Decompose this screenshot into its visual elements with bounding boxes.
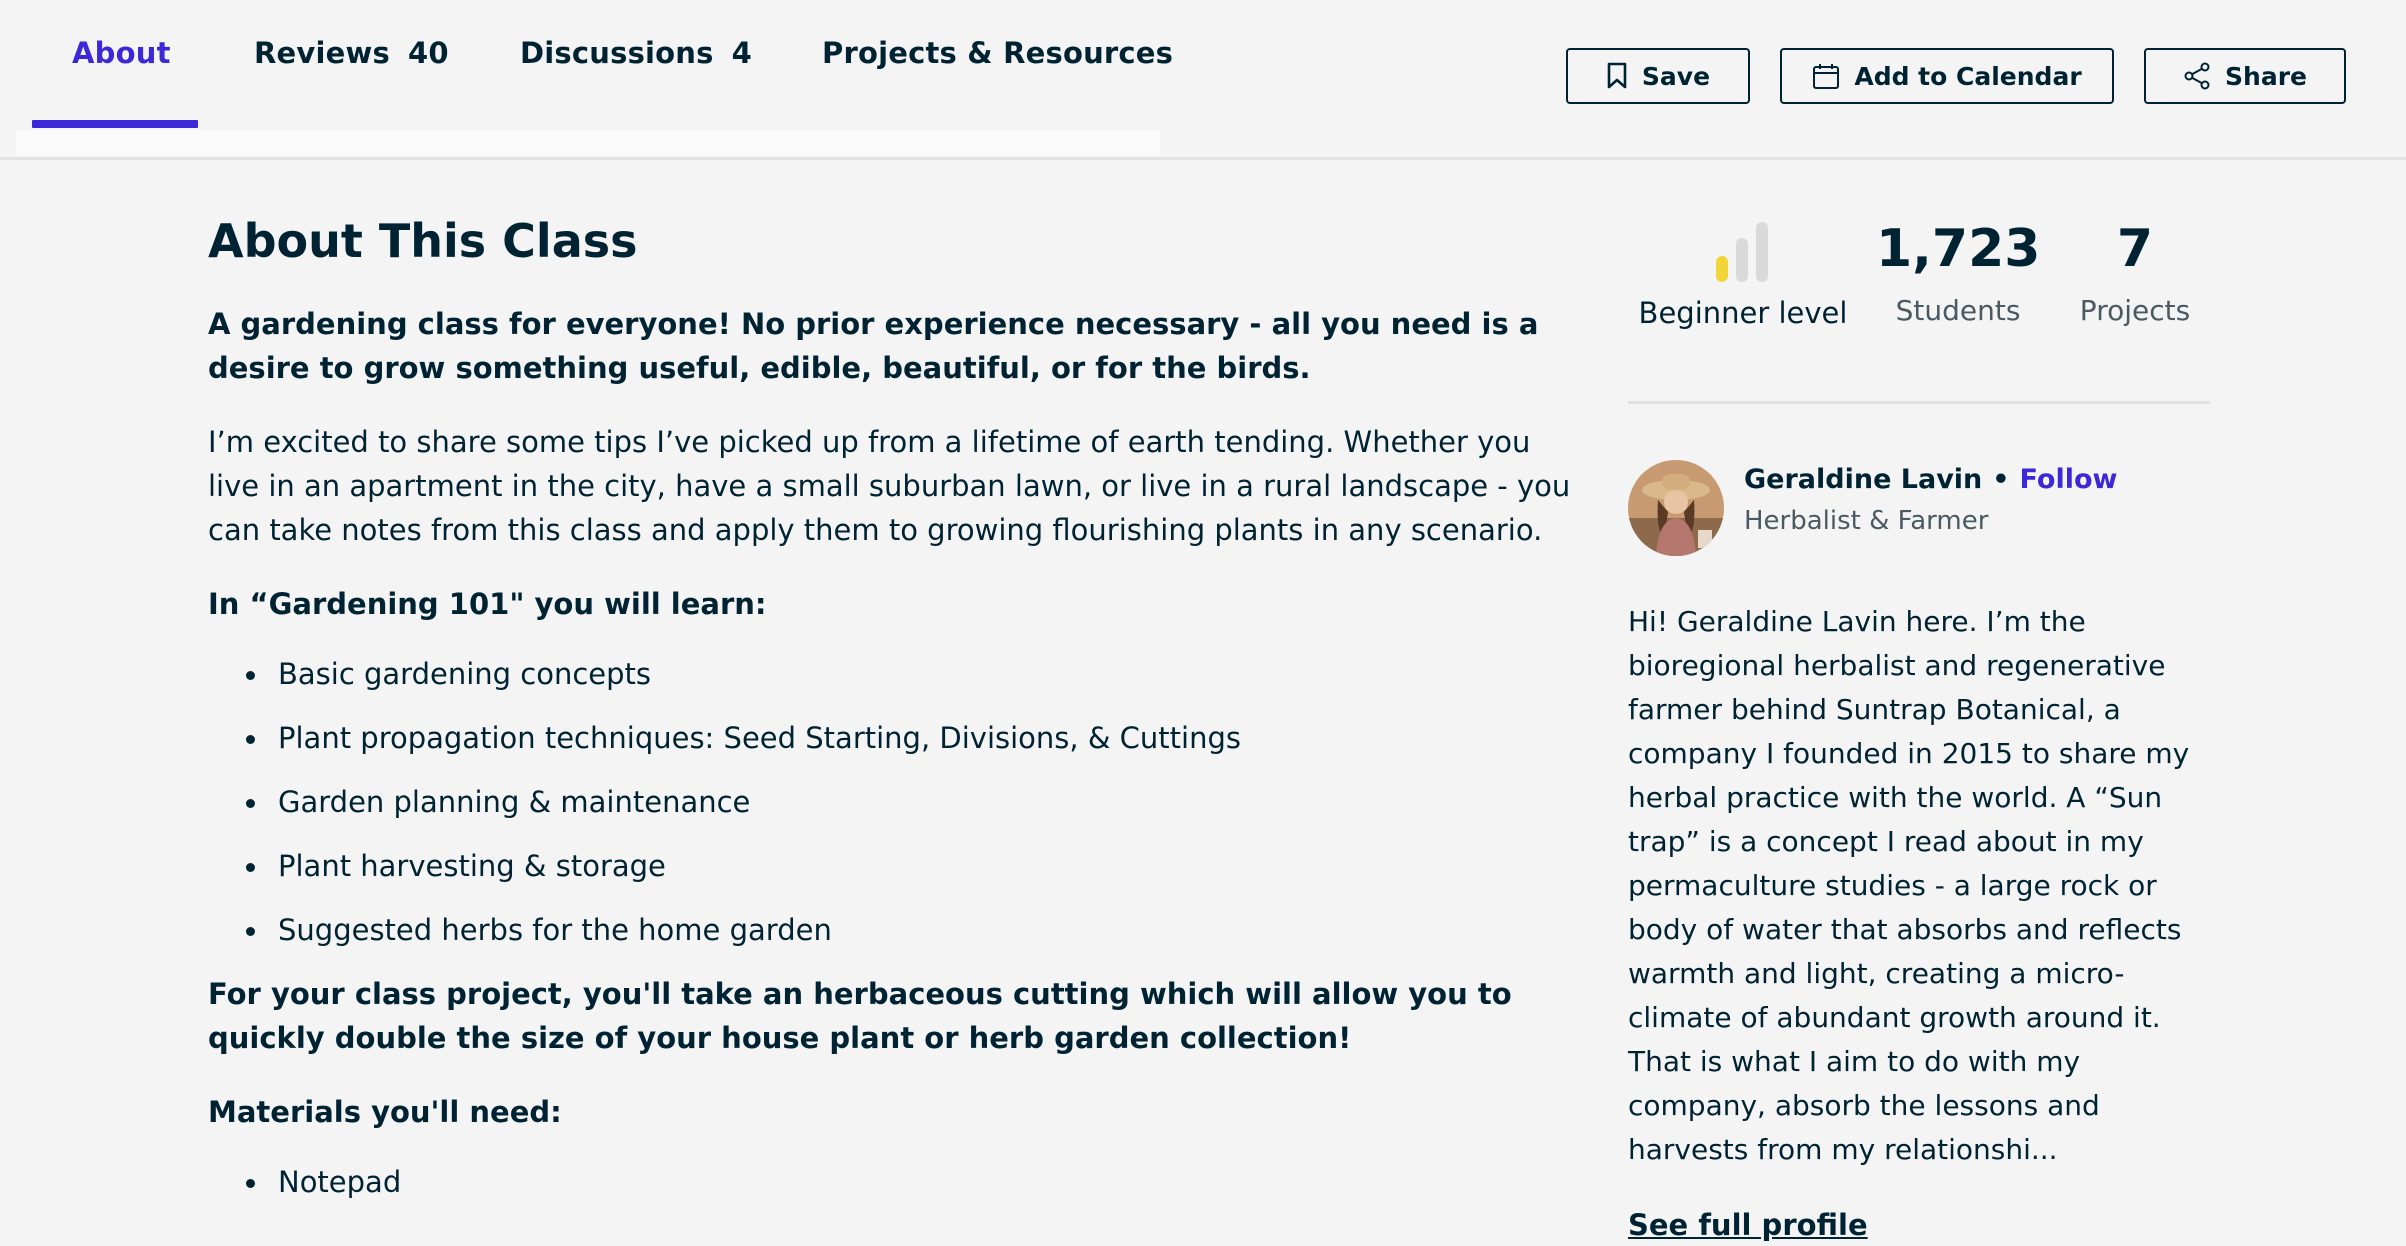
- projects-label: Projects: [2079, 294, 2191, 327]
- class-tab-bar: About Reviews 40 Discussions 4 Projects & …: [0, 0, 2406, 160]
- teacher-card: Geraldine Lavin • Follow Herbalist & Farme…: [1628, 460, 2210, 560]
- bookmark-icon: [1607, 62, 1627, 89]
- students-stat: 1,723 Students: [1876, 214, 2040, 327]
- list-item: Plant propagation techniques: Seed Start…: [208, 716, 1588, 760]
- tab-count: 40: [407, 36, 449, 70]
- tab-projects-resources[interactable]: Projects & Resources: [822, 36, 1173, 136]
- class-intro: A gardening class for everyone! No prior…: [208, 307, 1539, 385]
- share-button[interactable]: Share: [2144, 48, 2346, 104]
- separator-dot: •: [1992, 464, 2010, 495]
- projects-count: 7: [2116, 219, 2154, 279]
- teacher-name-row: Geraldine Lavin • Follow: [1744, 464, 2117, 495]
- students-label: Students: [1895, 294, 2021, 327]
- tab-label: Projects & Resources: [822, 36, 1174, 70]
- level-bar: [1716, 256, 1728, 282]
- tab-discussions[interactable]: Discussions 4: [520, 36, 752, 136]
- follow-button[interactable]: Follow: [2020, 464, 2118, 495]
- teacher-name[interactable]: Geraldine Lavin: [1744, 464, 1982, 495]
- skill-level-icon: [1716, 220, 1770, 282]
- list-item: Suggested herbs for the home garden: [208, 908, 1588, 952]
- tab-reviews[interactable]: Reviews 40: [254, 36, 449, 136]
- teacher-bio: Hi! Geraldine Lavin here. I’m the bioreg…: [1628, 605, 2190, 1166]
- learn-heading: In “Gardening 101" you will learn:: [208, 587, 767, 621]
- list-item: Notepad: [208, 1160, 1588, 1204]
- class-stats: Beginner level 1,723 Students 7 Projects: [1628, 214, 2210, 404]
- students-count: 1,723: [1876, 219, 2041, 279]
- level-stat: Beginner level: [1628, 214, 1858, 330]
- list-item: Basic gardening concepts: [208, 652, 1588, 696]
- class-project-description: For your class project, you'll take an h…: [208, 977, 1512, 1055]
- page-title: About This Class: [208, 214, 638, 268]
- class-sidebar: Beginner level 1,723 Students 7 Projects: [1628, 214, 2210, 1242]
- calendar-icon: [1813, 64, 1840, 89]
- level-label: Beginner level: [1638, 296, 1848, 330]
- tab-count: 4: [731, 36, 752, 70]
- tab-label: Reviews: [254, 36, 390, 70]
- share-label: Share: [2225, 61, 2307, 91]
- materials-list: Notepad: [208, 1160, 1588, 1204]
- materials-heading: Materials you'll need:: [208, 1095, 562, 1129]
- class-description: I’m excited to share some tips I’ve pick…: [208, 425, 1571, 547]
- learn-list: Basic gardening concepts Plant propagati…: [208, 652, 1588, 952]
- save-label: Save: [1641, 61, 1711, 91]
- calendar-label: Add to Calendar: [1854, 61, 2082, 91]
- tab-label: Discussions: [520, 36, 714, 70]
- see-full-profile-link[interactable]: See full profile: [1628, 1208, 1868, 1242]
- save-button[interactable]: Save: [1566, 48, 1750, 104]
- list-item: Garden planning & maintenance: [208, 780, 1588, 824]
- teacher-title: Herbalist & Farmer: [1744, 506, 1989, 536]
- level-bar: [1736, 238, 1748, 282]
- teacher-avatar[interactable]: [1628, 460, 1724, 556]
- level-bar: [1756, 222, 1768, 282]
- add-to-calendar-button[interactable]: Add to Calendar: [1780, 48, 2114, 104]
- tab-label: About: [72, 36, 171, 70]
- list-item: Plant harvesting & storage: [208, 844, 1588, 888]
- active-tab-indicator: [32, 120, 198, 128]
- projects-stat: 7 Projects: [2066, 214, 2204, 327]
- share-icon: [2184, 62, 2210, 90]
- about-section: About This Class A gardening class for e…: [208, 214, 1588, 1224]
